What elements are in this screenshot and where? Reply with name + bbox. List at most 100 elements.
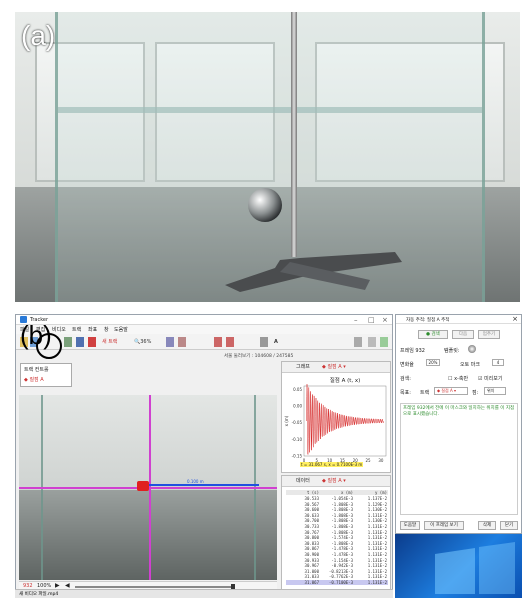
- table-row[interactable]: 30.567 -1.808E-3 1.129E-2: [286, 502, 388, 507]
- steel-ball: [248, 188, 282, 222]
- table-cell: 1.131E-2: [367, 563, 387, 569]
- new-track-button[interactable]: 새 트랙: [102, 337, 117, 347]
- search-button[interactable]: ● 검색: [418, 330, 448, 339]
- table-row[interactable]: 30.600 -1.808E-3 1.130E-2: [286, 507, 388, 512]
- refresh-icon[interactable]: [380, 337, 388, 347]
- graph-tab[interactable]: 그래프: [296, 362, 310, 373]
- file-tab-bar: 새 비디오 파일.mp4: [15, 589, 393, 598]
- autotracker-label-icon[interactable]: A: [274, 337, 278, 347]
- chart-title: 질점 A (t, x): [330, 376, 361, 384]
- zoom-button[interactable]: 🔍36%: [134, 337, 151, 347]
- axes-icon[interactable]: [88, 337, 96, 347]
- maximize-icon[interactable]: □: [368, 316, 375, 324]
- target-track-select[interactable]: ◆ 질점 A ▾: [434, 387, 468, 395]
- menu-video[interactable]: 비디오: [52, 326, 66, 333]
- step-back-icon[interactable]: ◀: [65, 582, 70, 589]
- table-cell: -1.808E-3: [331, 524, 353, 529]
- desktop-background: [395, 534, 522, 598]
- menu-help[interactable]: 도움말: [114, 326, 128, 333]
- dialog-close-icon[interactable]: ×: [512, 315, 518, 323]
- file-tab[interactable]: 새 비디오 파일.mp4: [19, 591, 58, 597]
- ruler-icon[interactable]: [260, 337, 268, 347]
- calibration-icon[interactable]: [76, 337, 84, 347]
- highlight-ring: [36, 333, 62, 359]
- close-icon[interactable]: ×: [382, 316, 388, 324]
- menu-coords[interactable]: 좌표: [88, 326, 97, 333]
- table-cell: 1.137E-2: [367, 496, 387, 501]
- minimize-icon[interactable]: –: [354, 316, 358, 324]
- x-tick-label: 30: [378, 458, 384, 463]
- table-cell: 1.130E-2: [367, 518, 387, 524]
- x-tick-label: 25: [366, 458, 372, 463]
- tracker-window: Tracker – □ × 파일 편집 비디오 트랙 좌표 창 도움말 새 트랙…: [15, 314, 393, 598]
- frame-slider[interactable]: [75, 586, 235, 588]
- next-button[interactable]: 다음: [452, 330, 474, 339]
- footprint-icon[interactable]: [178, 337, 186, 347]
- table-cell: 30.967: [304, 563, 319, 569]
- table-cell: 1.131E-2: [367, 552, 387, 557]
- table-row[interactable]: 31.067 -0.7100E-3 1.131E-2: [286, 580, 388, 586]
- table-cell: -1.478E-3: [331, 546, 353, 552]
- table-cell: 30.833: [304, 540, 319, 546]
- graph-panel-header: 그래프 ◆ 질점 A ▾: [282, 362, 390, 373]
- table-cell: 1.131E-2: [367, 524, 387, 529]
- table-track-label: 질점 A: [327, 478, 342, 484]
- table-row[interactable]: 30.900 -1.478E-3 1.131E-2: [286, 552, 388, 557]
- menu-track[interactable]: 트랙: [72, 326, 81, 333]
- table-row[interactable]: 31.033 -0.7762E-3 1.131E-2: [286, 574, 388, 579]
- position-time-chart[interactable]: 질점 A (t, x)x (m)0.050.00-0.05-0.10-0.150…: [282, 374, 390, 472]
- table-cell: -1.054E-3: [331, 496, 353, 501]
- table-row[interactable]: 30.700 -1.808E-3 1.130E-2: [286, 518, 388, 523]
- table-row[interactable]: 30.800 -1.574E-3 1.131E-2: [286, 535, 388, 540]
- support-rod: [291, 12, 297, 257]
- stop-button[interactable]: 멈추기: [478, 330, 500, 339]
- help-button[interactable]: 도움말: [400, 521, 420, 530]
- table-row[interactable]: 30.767 -1.808E-3 1.131E-2: [286, 530, 388, 535]
- close-button[interactable]: 닫기: [500, 521, 518, 530]
- table-row[interactable]: 30.633 -1.808E-3 1.131E-2: [286, 513, 388, 518]
- target-position-select[interactable]: 위치: [484, 387, 506, 395]
- menu-window[interactable]: 창: [104, 326, 109, 333]
- pencil-icon[interactable]: [354, 337, 362, 347]
- track-control-item[interactable]: ◆ 질점 A: [24, 376, 44, 383]
- table-tab[interactable]: 데이터: [296, 476, 310, 487]
- table-track-select[interactable]: ◆ 질점 A ▾: [322, 476, 346, 487]
- table-cell: 1.131E-2: [367, 568, 387, 574]
- table-row[interactable]: 30.833 -1.808E-3 1.131E-2: [286, 541, 388, 546]
- table-cell: -0.942E-3: [331, 563, 353, 569]
- show-frame-button[interactable]: 이 프레임 보기: [424, 521, 464, 530]
- table-cell: 1.131E-2: [367, 574, 387, 580]
- velocity-icon[interactable]: [214, 337, 222, 347]
- col-header-t: t (s): [306, 490, 319, 495]
- xaxis-checkbox[interactable]: ☐ x-축만: [448, 375, 468, 382]
- table-row[interactable]: 30.867 -1.478E-3 1.131E-2: [286, 546, 388, 551]
- table-row[interactable]: 30.533 -1.054E-3 1.137E-2: [286, 496, 388, 501]
- automark-field[interactable]: 4: [492, 359, 504, 366]
- notes-icon[interactable]: [368, 337, 376, 347]
- status-message: 프레임 932에서 전에 이 마스크와 일치하는 위치를 이 지점으로 표시했습…: [400, 403, 518, 515]
- clip-settings-icon[interactable]: [64, 337, 72, 347]
- track-item-label: 질점 A: [29, 377, 44, 383]
- table-panel-header: 데이터 ◆ 질점 A ▾: [282, 476, 390, 487]
- play-icon[interactable]: ▶: [55, 582, 60, 589]
- tether-label: 오토 마크: [460, 362, 480, 368]
- acceleration-icon[interactable]: [226, 337, 234, 347]
- lookahead-checkbox[interactable]: ☑ 미리보기: [478, 375, 502, 382]
- new-track-label: 새 트랙: [102, 339, 118, 345]
- track-control-title: 트랙 컨트롤: [24, 367, 49, 373]
- evolve-field[interactable]: 20%: [426, 359, 440, 366]
- menu-bar: 파일 편집 비디오 트랙 좌표 창 도움말: [16, 325, 392, 334]
- trails-icon[interactable]: [166, 337, 174, 347]
- table-row[interactable]: 30.967 -0.942E-3 1.131E-2: [286, 563, 388, 568]
- delete-button[interactable]: 삭제: [478, 521, 496, 530]
- table-row[interactable]: 31.000 -0.8213E-3 1.131E-2: [286, 569, 388, 574]
- lookahead-label: 미리보기: [484, 376, 503, 382]
- calibration-stick[interactable]: [149, 484, 259, 486]
- video-frame[interactable]: 0.100 m: [19, 395, 277, 580]
- table-row[interactable]: 30.933 -1.154E-3 1.131E-2: [286, 558, 388, 563]
- graph-track-select[interactable]: ◆ 질점 A ▾: [322, 362, 346, 373]
- tracked-point-marker[interactable]: [137, 481, 149, 491]
- table-row[interactable]: 30.733 -1.808E-3 1.131E-2: [286, 524, 388, 529]
- target-point-label: 점:: [472, 390, 479, 396]
- search-button-label: 검색: [431, 332, 440, 337]
